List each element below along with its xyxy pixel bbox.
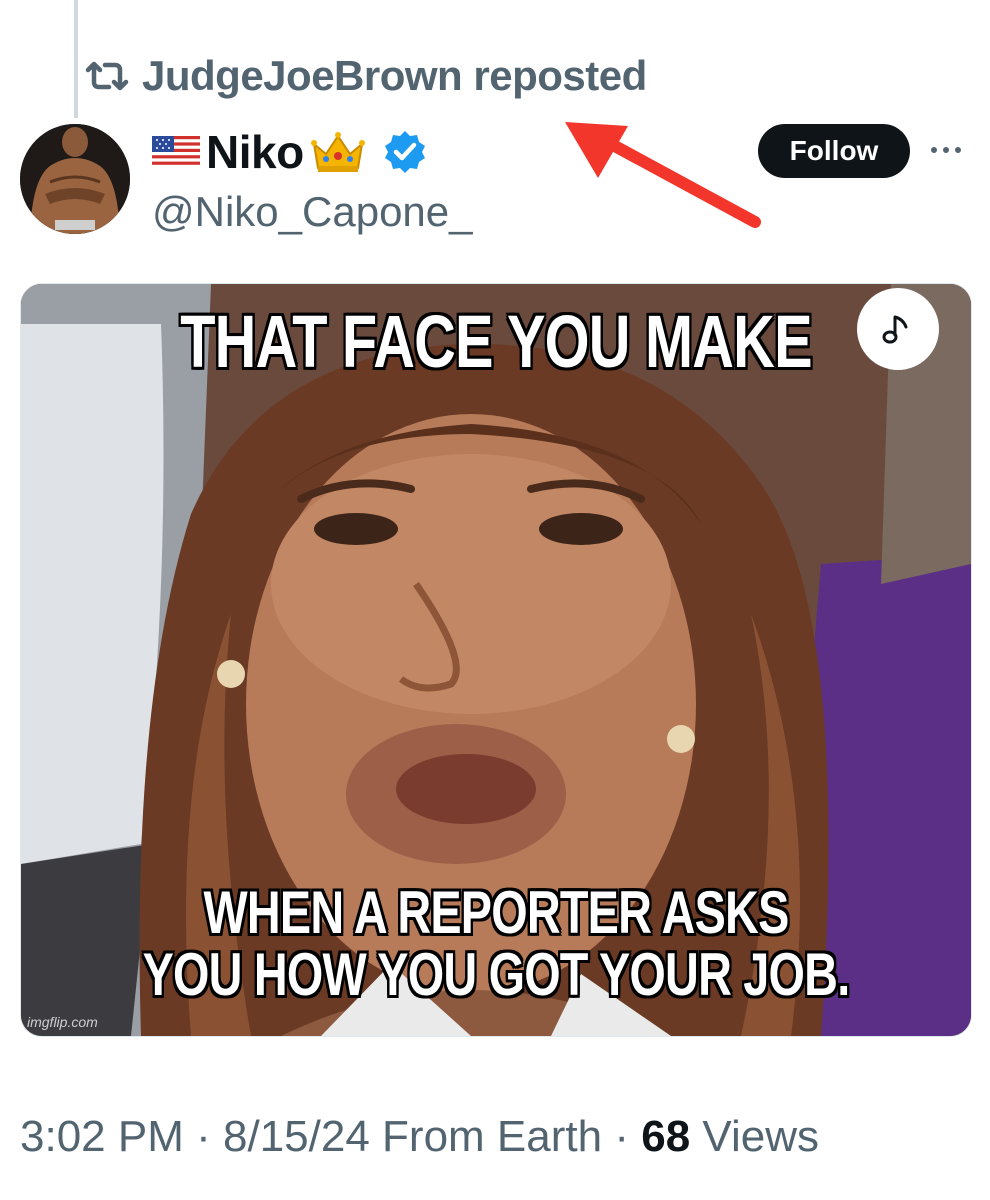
repost-context[interactable]: JudgeJoeBrown reposted bbox=[82, 50, 647, 102]
imgflip-watermark: imgflip.com bbox=[27, 1014, 98, 1030]
more-options-icon[interactable] bbox=[928, 135, 964, 165]
us-flag-emoji bbox=[152, 136, 200, 168]
views-count[interactable]: 68 bbox=[641, 1112, 690, 1161]
tweet-metadata: 3:02 PM · 8/15/24 From Earth · 68 Views bbox=[20, 1112, 819, 1162]
repost-suffix: reposted bbox=[473, 52, 647, 99]
meta-separator: · bbox=[196, 1112, 211, 1161]
meme-bottom-line-1: WHEN A REPORTER ASKS bbox=[203, 879, 789, 946]
tweet-source: From Earth bbox=[382, 1112, 603, 1161]
sound-button[interactable] bbox=[857, 288, 939, 370]
tweet-date[interactable]: 8/15/24 bbox=[223, 1112, 370, 1161]
crown-emoji bbox=[310, 132, 365, 172]
author-handle[interactable]: @Niko_Capone_ bbox=[152, 188, 473, 236]
author-name-row[interactable]: Niko bbox=[152, 124, 428, 180]
meme-top-caption: THAT FACE YOU MAKE bbox=[180, 300, 812, 383]
avatar[interactable] bbox=[20, 124, 130, 234]
reposter-name[interactable]: JudgeJoeBrown bbox=[142, 52, 463, 99]
repost-label: JudgeJoeBrown reposted bbox=[142, 52, 647, 100]
repost-icon bbox=[82, 56, 132, 96]
follow-button[interactable]: Follow bbox=[758, 124, 910, 178]
tweet-time[interactable]: 3:02 PM bbox=[20, 1112, 184, 1161]
verified-badge-icon[interactable] bbox=[382, 129, 428, 175]
meta-separator: · bbox=[614, 1112, 629, 1161]
meme-bottom-caption: WHEN A REPORTER ASKS YOU HOW YOU GOT YOU… bbox=[126, 882, 867, 1006]
music-note-icon bbox=[882, 315, 908, 344]
thread-line bbox=[74, 0, 78, 118]
tweet-media[interactable]: THAT FACE YOU MAKE WHEN A REPORTER ASKS … bbox=[20, 283, 972, 1037]
views-label: Views bbox=[702, 1112, 819, 1161]
meme-bottom-line-2: YOU HOW YOU GOT YOUR JOB. bbox=[142, 941, 851, 1008]
display-name[interactable]: Niko bbox=[206, 125, 304, 179]
